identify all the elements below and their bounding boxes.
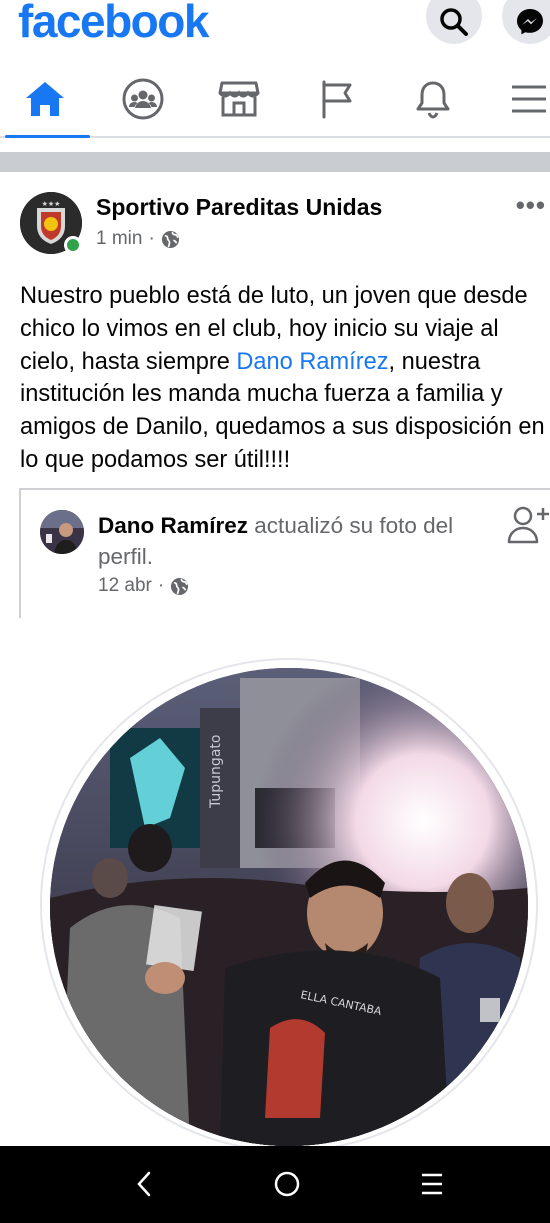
- shared-date[interactable]: 12 abr: [98, 575, 152, 597]
- meta-separator: ·: [157, 575, 165, 596]
- tab-notifications[interactable]: [388, 62, 478, 136]
- post-header: ★★★ Sportivo Pareditas Unidas 1 min · ••…: [0, 172, 550, 272]
- online-status-dot: [64, 236, 82, 254]
- add-friend-icon: [507, 506, 549, 544]
- home-icon: [26, 82, 64, 116]
- top-bar: facebook: [0, 0, 550, 48]
- tab-marketplace[interactable]: [194, 62, 284, 136]
- post-mention-link[interactable]: Dano Ramírez: [236, 349, 388, 375]
- system-recents-button[interactable]: [412, 1164, 452, 1204]
- post-meta: 1 min ·: [96, 228, 180, 250]
- search-button[interactable]: [426, 0, 482, 44]
- tab-groups[interactable]: [98, 62, 188, 136]
- shared-author-avatar[interactable]: [40, 510, 84, 554]
- messenger-icon: [517, 9, 543, 35]
- back-icon: [137, 1171, 151, 1197]
- flag-icon: [322, 80, 352, 119]
- profile-photo-thumb: [40, 510, 84, 554]
- svg-text:★★★: ★★★: [42, 200, 61, 208]
- tab-pages[interactable]: [291, 62, 381, 136]
- marketplace-icon: [218, 81, 260, 117]
- feed-divider: [0, 152, 550, 172]
- globe-icon: [171, 577, 189, 595]
- tab-menu[interactable]: [484, 62, 550, 136]
- hamburger-icon: [512, 85, 546, 113]
- post-body: Nuestro pueblo está de luto, un joven qu…: [20, 280, 545, 477]
- main-tab-bar: [0, 62, 550, 138]
- concert-photo: Tupungato ELLA CANTABA: [50, 668, 528, 1146]
- tab-home[interactable]: [0, 62, 90, 138]
- recents-icon: [422, 1173, 442, 1195]
- shared-post-meta: 12 abr ·: [98, 575, 189, 597]
- shared-post-card[interactable]: Dano Ramírez actualizó su foto del perfi…: [19, 488, 550, 618]
- system-navigation-bar: [0, 1146, 550, 1223]
- facebook-logo[interactable]: facebook: [18, 0, 209, 48]
- system-back-button[interactable]: [124, 1164, 164, 1204]
- add-friend-button[interactable]: [507, 504, 550, 549]
- bell-icon: [416, 81, 450, 119]
- post-author[interactable]: Sportivo Pareditas Unidas: [96, 194, 382, 221]
- meta-separator: ·: [148, 228, 155, 249]
- groups-icon: [122, 78, 164, 120]
- search-icon: [440, 8, 468, 36]
- post-time[interactable]: 1 min: [96, 228, 142, 250]
- shared-author[interactable]: Dano Ramírez: [98, 513, 248, 538]
- profile-photo: Tupungato ELLA CANTABA: [50, 668, 528, 1146]
- messenger-button[interactable]: [502, 0, 550, 44]
- shared-post-text: Dano Ramírez actualizó su foto del perfi…: [98, 510, 488, 572]
- post-options-button[interactable]: •••: [516, 190, 546, 221]
- globe-icon: [161, 230, 179, 248]
- home-circle-icon: [274, 1171, 300, 1197]
- system-home-button[interactable]: [267, 1164, 307, 1204]
- profile-photo-frame[interactable]: Tupungato ELLA CANTABA: [42, 660, 536, 1150]
